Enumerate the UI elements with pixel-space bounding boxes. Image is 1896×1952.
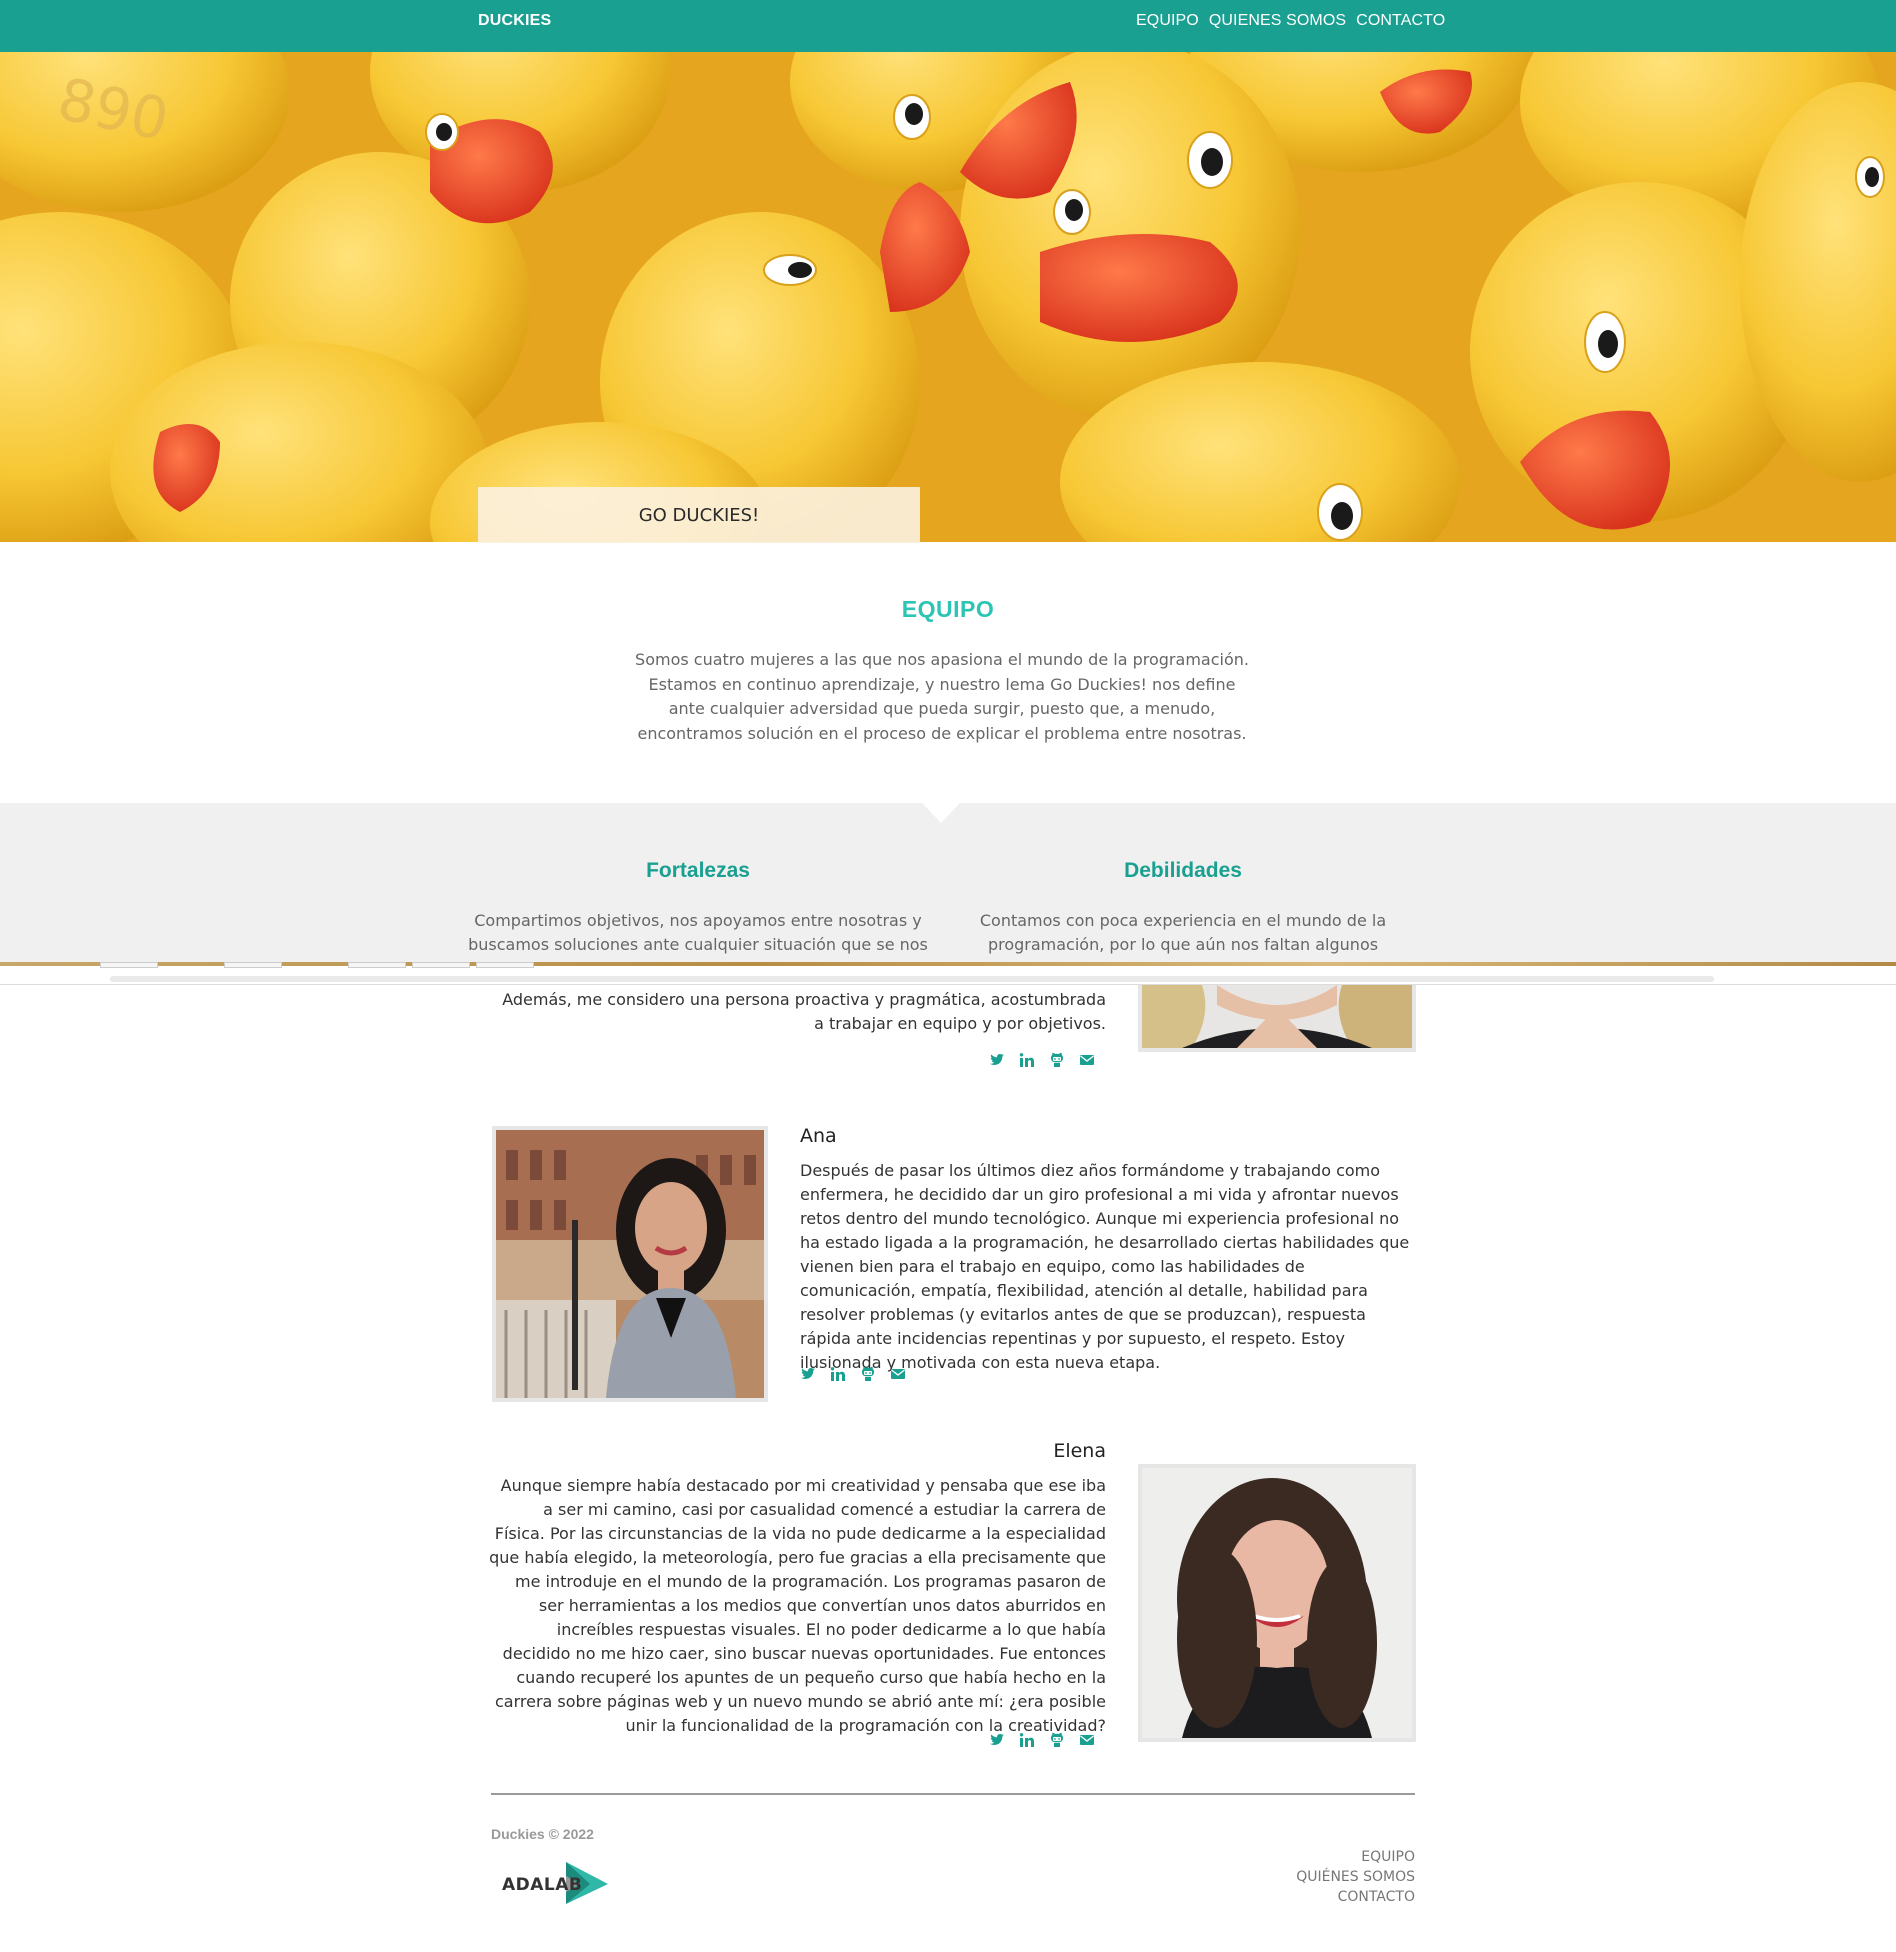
nav-link-equipo[interactable]: EQUIPO [1136,12,1199,30]
footer-copyright: Duckies © 2022 [491,1826,594,1842]
member-ana-bio: Después de pasar los últimos diez años f… [800,1161,1410,1372]
member-ana-socials [800,1366,906,1382]
hero-banner: 890 [0,52,1896,542]
member-1-socials [989,1052,1095,1068]
footer-link-quienes-somos[interactable]: QUIÉNES SOMOS [1200,1867,1415,1887]
linkedin-icon[interactable] [1019,1732,1035,1748]
twitter-icon[interactable] [989,1052,1005,1068]
member-1-photo [1138,985,1416,1052]
nav-link-quienes-somos[interactable]: QUIENES SOMOS [1209,12,1346,30]
brand-logo-text[interactable]: DUCKIES [478,12,551,30]
footer-divider [491,1793,1415,1795]
strengths-title: Fortalezas [646,859,750,882]
equipo-description: Somos cuatro mujeres a las que nos apasi… [635,650,1249,743]
github-icon[interactable] [1049,1732,1065,1748]
section-title-equipo: EQUIPO [901,596,995,622]
email-icon[interactable] [1079,1052,1095,1068]
top-navbar: DUCKIES EQUIPO QUIENES SOMOS CONTACTO [0,0,1896,52]
member-elena-name: Elena [1053,1440,1106,1462]
member-ana-photo [492,1126,768,1402]
horizontal-scrollbar[interactable] [110,976,1714,982]
hero-caption: GO DUCKIES! [478,487,920,543]
twitter-icon[interactable] [800,1366,816,1382]
email-icon[interactable] [890,1366,906,1382]
member-elena-socials [989,1732,1095,1748]
github-icon[interactable] [1049,1052,1065,1068]
adalab-logo-text: ADALAB [502,1875,582,1895]
footer-link-equipo[interactable]: EQUIPO [1200,1847,1415,1867]
linkedin-icon[interactable] [1019,1052,1035,1068]
member-ana-name: Ana [800,1125,837,1147]
panel-notch-arrow [922,803,960,823]
member-1-bio: Además, me considero una persona proacti… [502,990,1106,1033]
footer-link-contacto[interactable]: CONTACTO [1200,1887,1415,1907]
main-nav: EQUIPO QUIENES SOMOS CONTACTO [1136,12,1445,30]
footer-nav: EQUIPO QUIÉNES SOMOS CONTACTO [1200,1847,1415,1907]
adalab-logo[interactable]: ADALAB [500,1858,610,1910]
seam-tabs [100,962,534,968]
strengths-weaknesses-panel: Fortalezas Compartimos objetivos, nos ap… [0,803,1896,963]
weaknesses-text: Contamos con poca experiencia en el mund… [979,911,1387,954]
strengths-text: Compartimos objetivos, nos apoyamos entr… [468,911,928,954]
nav-link-contacto[interactable]: CONTACTO [1356,12,1445,30]
email-icon[interactable] [1079,1732,1095,1748]
divider [0,984,1896,985]
member-elena-photo [1138,1464,1416,1742]
rubber-ducks-illustration: 890 [0,52,1896,542]
github-icon[interactable] [860,1366,876,1382]
linkedin-icon[interactable] [830,1366,846,1382]
twitter-icon[interactable] [989,1732,1005,1748]
weaknesses-title: Debilidades [1124,859,1242,882]
member-elena-bio: Aunque siempre había destacado por mi cr… [489,1476,1106,1735]
